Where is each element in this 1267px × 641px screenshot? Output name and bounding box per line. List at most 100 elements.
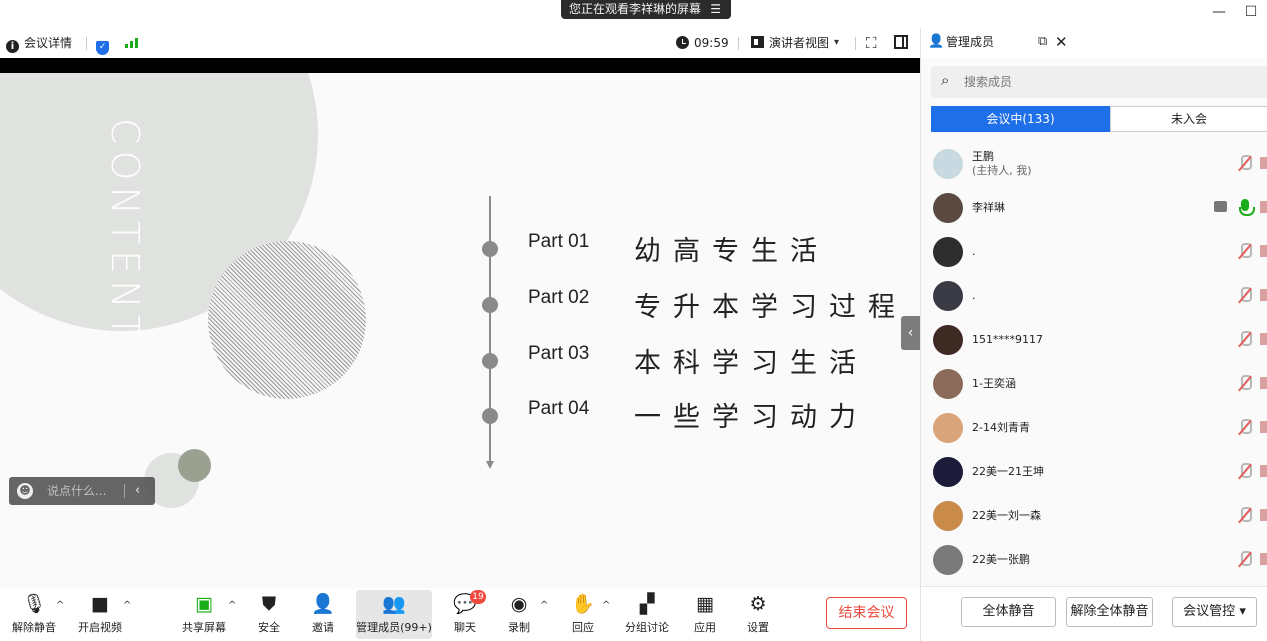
apps-button[interactable]: ▦ 应用 xyxy=(690,588,720,641)
member-row[interactable]: . xyxy=(921,274,1267,318)
network-signal-icon[interactable] xyxy=(122,28,138,58)
window-maximize-button[interactable]: ☐ xyxy=(1240,2,1262,22)
members-panel-header: 👤 管理成员 ⧉ ✕ xyxy=(921,28,1267,58)
chevron-down-icon[interactable]: ▾ xyxy=(834,28,839,58)
settings-button[interactable]: ⚙ 设置 xyxy=(743,588,773,641)
screen-share-banner[interactable]: 您正在观看李祥琳的屏幕 ☰ xyxy=(561,0,731,19)
window-minimize-button[interactable]: — xyxy=(1208,2,1230,22)
speaker-view-icon[interactable] xyxy=(751,28,765,58)
reaction-button[interactable]: ✋ 回应 xyxy=(568,588,598,641)
search-placeholder[interactable]: 搜索成员 xyxy=(964,66,1012,98)
mic-off-icon[interactable] xyxy=(1238,331,1252,348)
chat-label: 聊天 xyxy=(454,621,476,634)
view-mode-dropdown[interactable]: 演讲者视图 xyxy=(769,28,829,58)
video-off-icon[interactable] xyxy=(1260,201,1267,213)
mic-off-icon[interactable] xyxy=(1238,155,1252,172)
search-icon: ⌕ xyxy=(941,71,950,89)
start-video-button[interactable]: ■ 开启视频 xyxy=(78,588,122,641)
member-row[interactable]: 王鹏 (主持人, 我) xyxy=(921,142,1267,186)
audio-options-caret[interactable]: ^ xyxy=(56,588,68,641)
hatched-circle xyxy=(208,241,366,399)
member-name: 李祥琳 xyxy=(972,201,1005,214)
signal-bar xyxy=(135,38,138,48)
list-icon[interactable]: ☰ xyxy=(710,0,721,19)
avatar xyxy=(933,545,963,575)
video-off-icon[interactable] xyxy=(1260,157,1267,169)
invite-button[interactable]: 👤 邀请 xyxy=(308,588,338,641)
video-off-icon[interactable] xyxy=(1260,509,1267,521)
member-row[interactable]: 22美一张鹏 xyxy=(921,538,1267,582)
share-options-caret[interactable]: ^ xyxy=(228,588,240,641)
side-panel-toggle-icon[interactable] xyxy=(894,28,908,58)
member-row[interactable]: . xyxy=(921,230,1267,274)
member-row[interactable]: 22美一21王坤 xyxy=(921,450,1267,494)
chat-placeholder[interactable]: 说点什么... xyxy=(47,477,106,505)
screen-share-icon xyxy=(1214,201,1227,212)
video-off-icon[interactable] xyxy=(1260,333,1267,345)
video-off-icon[interactable] xyxy=(1260,289,1267,301)
member-row[interactable]: 李祥琳 xyxy=(921,186,1267,230)
reaction-label: 回应 xyxy=(572,621,594,634)
member-role: (主持人, 我) xyxy=(972,164,1032,177)
mute-all-button[interactable]: 全体静音 xyxy=(961,597,1056,627)
unmute-all-button[interactable]: 解除全体静音 xyxy=(1066,597,1153,627)
member-name: . xyxy=(972,289,976,302)
tab-in-meeting[interactable]: 会议中(133) xyxy=(931,106,1110,132)
member-row[interactable]: 2-14刘青青 xyxy=(921,406,1267,450)
video-off-icon[interactable] xyxy=(1260,553,1267,565)
breakout-rooms-button[interactable]: ▞ 分组讨论 xyxy=(625,588,669,641)
video-off-icon[interactable] xyxy=(1260,245,1267,257)
video-off-icon[interactable] xyxy=(1260,465,1267,477)
meeting-info-label[interactable]: 会议详情 xyxy=(24,28,72,58)
member-row[interactable]: 151****9117 xyxy=(921,318,1267,362)
security-shield-icon[interactable]: ✓ xyxy=(96,28,110,58)
avatar xyxy=(933,501,963,531)
video-options-caret[interactable]: ^ xyxy=(123,588,135,641)
member-name: 22美一刘一森 xyxy=(972,509,1041,522)
record-label: 录制 xyxy=(508,621,530,634)
member-search-input[interactable]: ⌕ 搜索成员 xyxy=(931,66,1267,98)
record-options-caret[interactable]: ^ xyxy=(540,588,552,641)
close-icon[interactable]: ✕ xyxy=(1055,28,1068,56)
meeting-control-label: 会议管控 xyxy=(1183,604,1236,619)
avatar xyxy=(933,369,963,399)
fullscreen-icon[interactable]: ⛶ xyxy=(866,28,877,58)
top-strip: 您正在观看李祥琳的屏幕 ☰ — ☐ xyxy=(0,0,1267,28)
mic-off-icon[interactable] xyxy=(1238,419,1252,436)
meeting-control-dropdown[interactable]: 会议管控 ▾ xyxy=(1172,597,1257,627)
mic-off-icon[interactable] xyxy=(1238,463,1252,480)
reaction-options-caret[interactable]: ^ xyxy=(602,588,614,641)
member-name: 王鹏 xyxy=(972,150,994,163)
video-label: 开启视频 xyxy=(78,621,122,634)
toolbar-divider xyxy=(738,37,739,50)
emoji-icon[interactable]: ☻ xyxy=(17,483,33,499)
mic-on-icon[interactable] xyxy=(1238,199,1255,216)
clock-icon xyxy=(676,28,690,58)
tab-not-joined[interactable]: 未入会 xyxy=(1110,106,1267,132)
settings-label: 设置 xyxy=(747,621,769,634)
manage-members-button[interactable]: 👥 管理成员(99+) xyxy=(356,588,432,641)
security-button[interactable]: ⛊ 安全 xyxy=(254,588,284,641)
chevron-down-icon: ▾ xyxy=(1239,604,1246,619)
video-off-icon[interactable] xyxy=(1260,377,1267,389)
mic-off-icon[interactable] xyxy=(1238,375,1252,392)
member-row[interactable]: 22美一刘一森 xyxy=(921,494,1267,538)
member-row[interactable]: 1-王奕涵 xyxy=(921,362,1267,406)
avatar xyxy=(933,193,963,223)
info-icon[interactable]: i xyxy=(6,28,20,58)
mic-off-icon[interactable] xyxy=(1238,243,1252,260)
share-screen-icon: ▣ xyxy=(195,593,213,615)
panel-collapse-handle[interactable]: ‹ xyxy=(901,316,920,350)
quick-chat-input[interactable]: ☻ 说点什么... ‹ xyxy=(9,477,155,505)
chevron-left-icon[interactable]: ‹ xyxy=(135,477,140,505)
mic-off-icon[interactable] xyxy=(1238,287,1252,304)
mic-off-icon[interactable] xyxy=(1238,507,1252,524)
mic-off-icon[interactable] xyxy=(1238,551,1252,568)
video-off-icon[interactable] xyxy=(1260,421,1267,433)
record-button[interactable]: ◉ 录制 xyxy=(504,588,534,641)
popout-icon[interactable]: ⧉ xyxy=(1038,28,1047,56)
breakout-icon: ▞ xyxy=(639,593,655,615)
unmute-button[interactable]: 🎙 解除静音 xyxy=(12,588,56,641)
end-meeting-button[interactable]: 结束会议 xyxy=(826,597,907,629)
share-screen-button[interactable]: ▣ 共享屏幕 xyxy=(182,588,226,641)
